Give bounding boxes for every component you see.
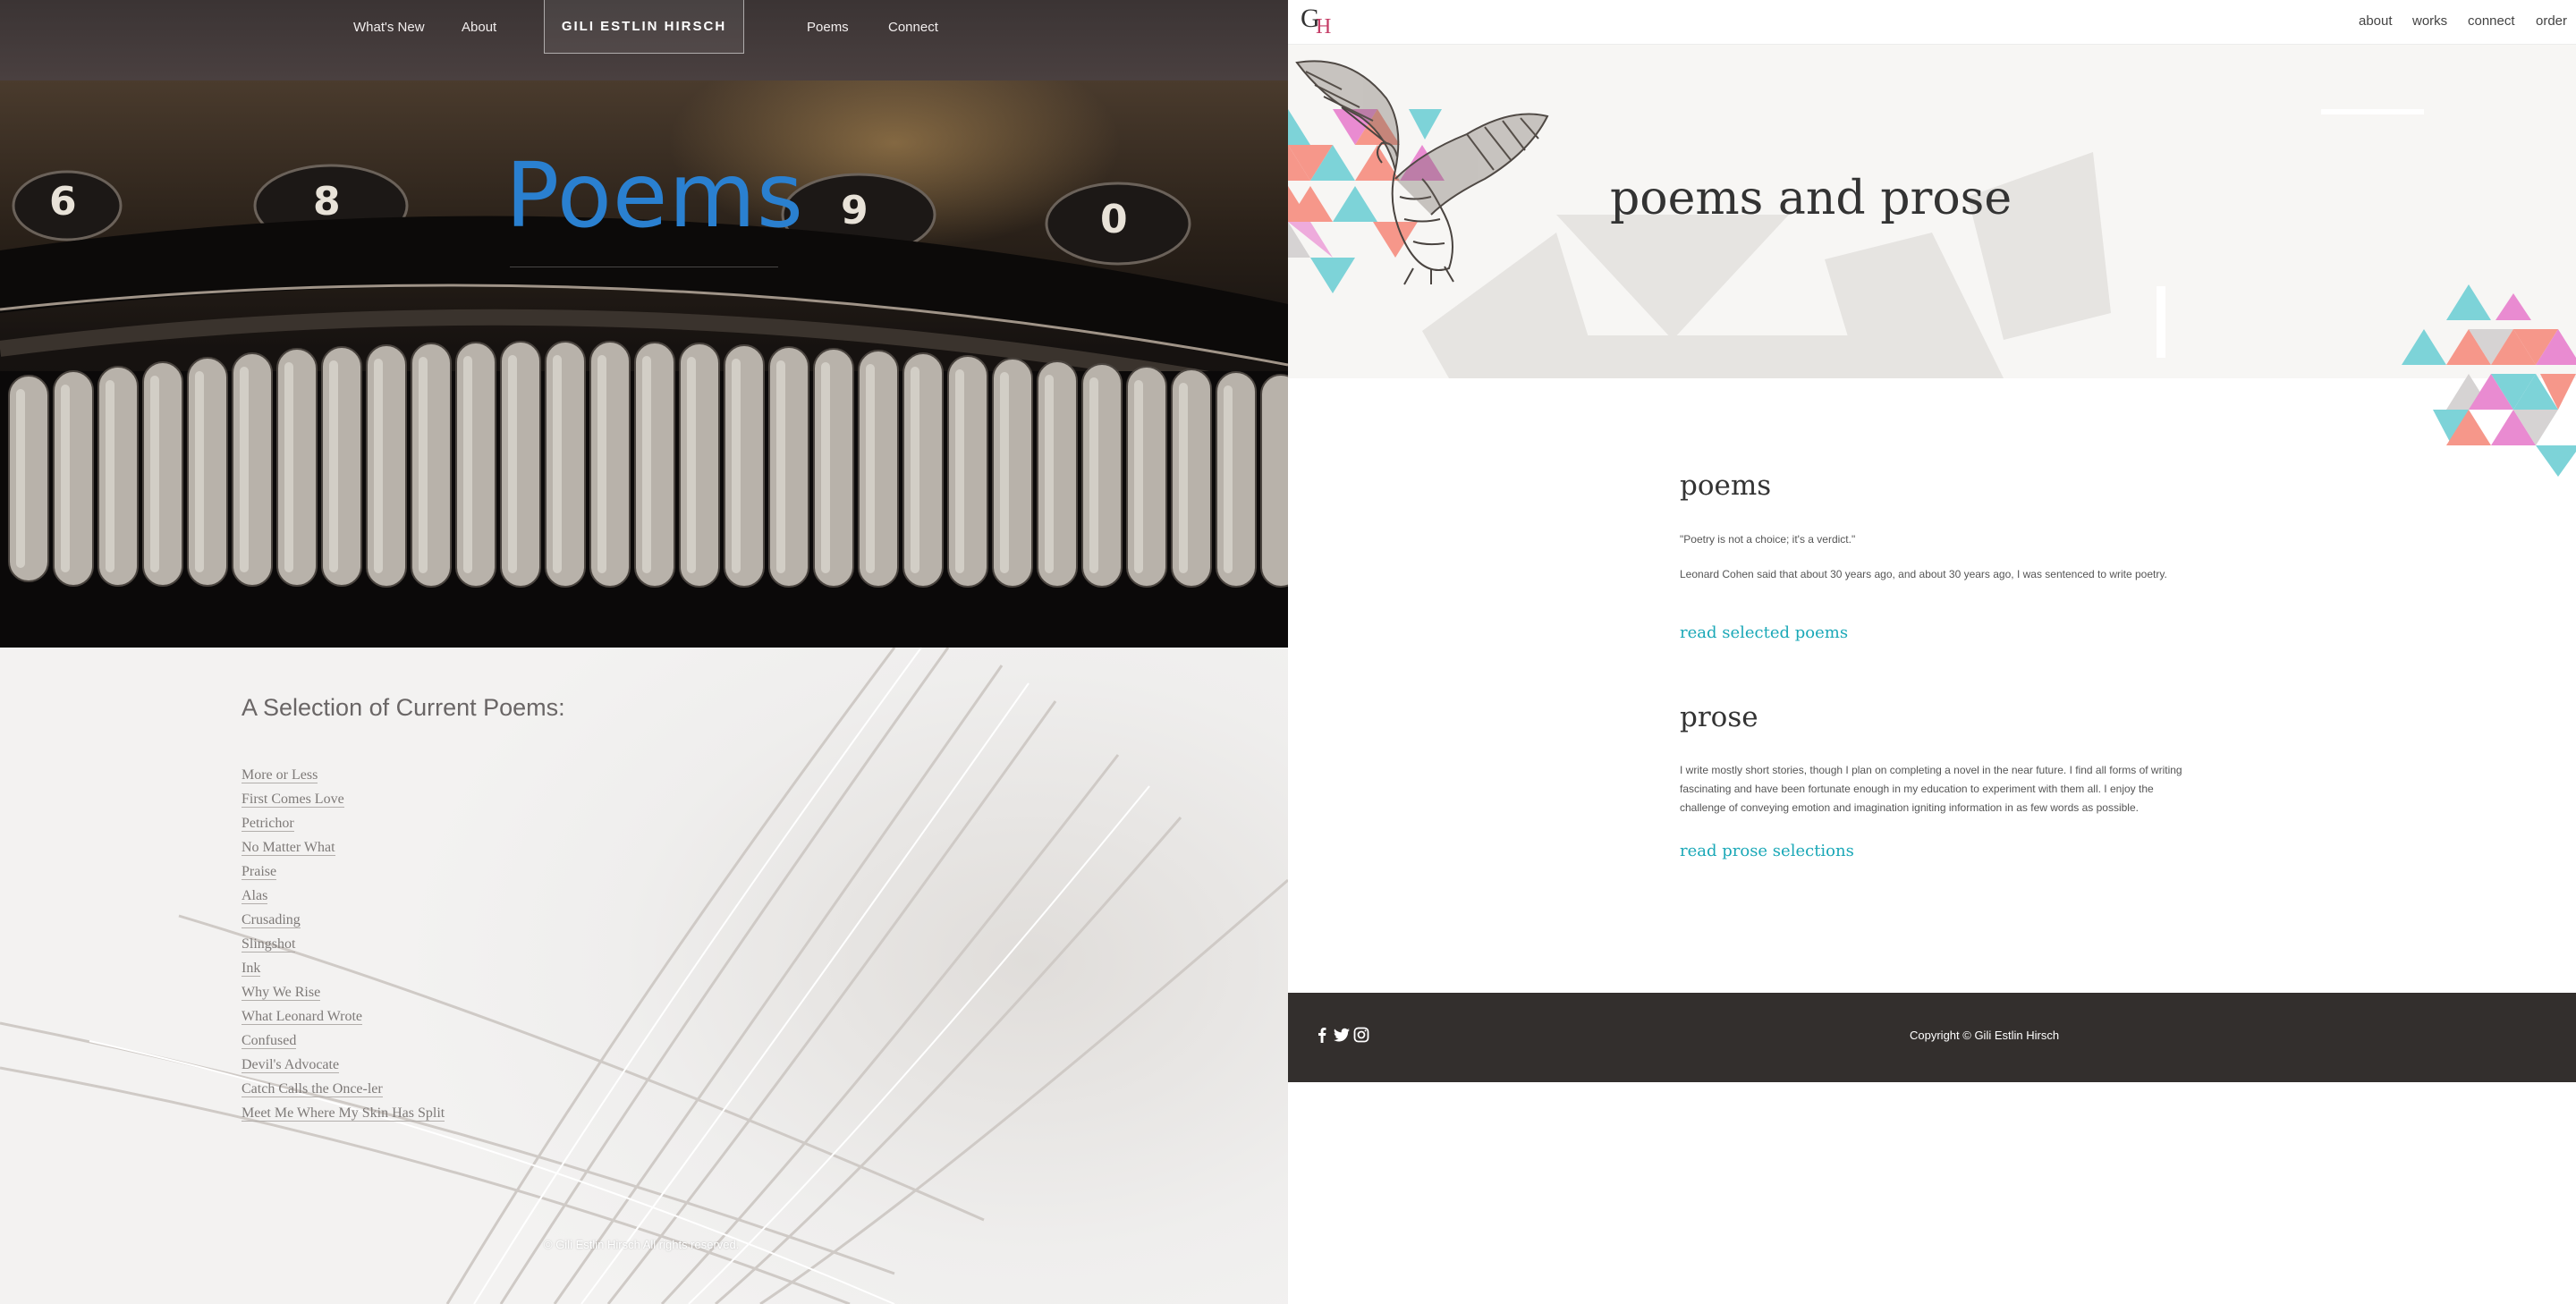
poem-link[interactable]: Ink: [242, 961, 261, 977]
nav-whats-new[interactable]: What's New: [353, 20, 425, 35]
list-item: First Comes Love: [242, 792, 445, 816]
hero-title: Poems: [505, 143, 804, 248]
poem-link[interactable]: Devil's Advocate: [242, 1057, 340, 1073]
right-site-panel: G H about works connect order poems and …: [1288, 0, 2576, 1304]
poems-description: Leonard Cohen said that about 30 years a…: [1680, 568, 2167, 580]
nav-connect[interactable]: connect: [2468, 13, 2515, 29]
poem-link[interactable]: Praise: [242, 864, 277, 880]
list-item: No Matter What: [242, 840, 445, 864]
list-item: Ink: [242, 961, 445, 985]
list-item: Alas: [242, 888, 445, 912]
site-footer: Copyright © Gili Estlin Hirsch: [1288, 993, 2576, 1082]
poem-link[interactable]: No Matter What: [242, 840, 335, 856]
right-top-nav: G H about works connect order: [1288, 0, 2576, 45]
svg-text:9: 9: [841, 188, 869, 233]
poem-link[interactable]: Alas: [242, 888, 268, 904]
read-selected-poems-link[interactable]: read selected poems: [1680, 623, 1848, 642]
paper-pages-illustration: [0, 648, 1288, 1304]
poems-section-title: poems: [1680, 470, 1772, 502]
facebook-icon[interactable]: [1313, 1026, 1331, 1044]
left-top-nav: What's New About GILI ESTLIN HIRSCH Poem…: [0, 0, 1288, 80]
svg-text:0: 0: [1100, 197, 1128, 242]
paper-background: A Selection of Current Poems: More or Le…: [0, 648, 1288, 1304]
poem-link[interactable]: More or Less: [242, 767, 318, 783]
footer-copyright: Copyright © Gili Estlin Hirsch: [1910, 1029, 2060, 1042]
list-item: Meet Me Where My Skin Has Split: [242, 1105, 445, 1130]
nav-connect[interactable]: Connect: [888, 20, 938, 35]
list-item: Slingshot: [242, 936, 445, 961]
poem-list: More or Less First Comes Love Petrichor …: [242, 767, 445, 1130]
nav-poems[interactable]: Poems: [807, 20, 849, 35]
page-banner: poems and prose: [1288, 45, 2576, 378]
list-item: Devil's Advocate: [242, 1057, 445, 1081]
prose-section-title: prose: [1680, 701, 1758, 733]
poem-link[interactable]: Petrichor: [242, 816, 294, 832]
instagram-icon[interactable]: [1352, 1026, 1370, 1044]
poem-link[interactable]: Slingshot: [242, 936, 296, 953]
poem-link[interactable]: Confused: [242, 1033, 297, 1049]
poem-link[interactable]: First Comes Love: [242, 792, 344, 808]
poem-link[interactable]: Why We Rise: [242, 985, 321, 1001]
hawk-sketch-illustration: [1295, 60, 1549, 285]
list-item: More or Less: [242, 767, 445, 792]
poem-link[interactable]: Meet Me Where My Skin Has Split: [242, 1105, 445, 1122]
poem-link[interactable]: What Leonard Wrote: [242, 1009, 362, 1025]
selection-heading: A Selection of Current Poems:: [242, 694, 565, 721]
list-item: Petrichor: [242, 816, 445, 840]
list-item: Why We Rise: [242, 985, 445, 1009]
brand-logo-button[interactable]: GILI ESTLIN HIRSCH: [544, 0, 744, 54]
poem-link[interactable]: Crusading: [242, 912, 301, 928]
triangle-pattern-decoration: [2402, 284, 2576, 477]
left-site-panel: What's New About GILI ESTLIN HIRSCH Poem…: [0, 0, 1288, 1304]
prose-description-line: fascinating and have been fortunate enou…: [1680, 783, 2154, 795]
poem-link[interactable]: Catch Calls the Once-ler: [242, 1081, 383, 1097]
svg-text:8: 8: [313, 179, 341, 224]
list-item: Catch Calls the Once-ler: [242, 1081, 445, 1105]
gh-logo[interactable]: G H: [1301, 4, 1336, 39]
left-copyright: © Gili Estlin Hirsch All rights reserved…: [544, 1238, 740, 1251]
twitter-icon[interactable]: [1333, 1026, 1351, 1044]
read-prose-selections-link[interactable]: read prose selections: [1680, 842, 1854, 860]
nav-about[interactable]: about: [2359, 13, 2393, 29]
list-item: Confused: [242, 1033, 445, 1057]
list-item: Crusading: [242, 912, 445, 936]
nav-order[interactable]: order: [2536, 13, 2567, 29]
page-title: poems and prose: [1610, 172, 2012, 225]
list-item: What Leonard Wrote: [242, 1009, 445, 1033]
list-item: Praise: [242, 864, 445, 888]
poems-quote: "Poetry is not a choice; it's a verdict.…: [1680, 533, 1856, 546]
nav-about[interactable]: About: [462, 20, 496, 35]
logo-letter-h: H: [1316, 15, 1332, 38]
prose-description-line: I write mostly short stories, though I p…: [1680, 764, 2182, 776]
prose-description-line: challenge of conveying emotion and imagi…: [1680, 801, 2139, 814]
nav-works[interactable]: works: [2412, 13, 2447, 29]
svg-text:6: 6: [49, 179, 77, 224]
typewriter-hero-image: 6 8 9 0 Poems: [0, 80, 1288, 648]
